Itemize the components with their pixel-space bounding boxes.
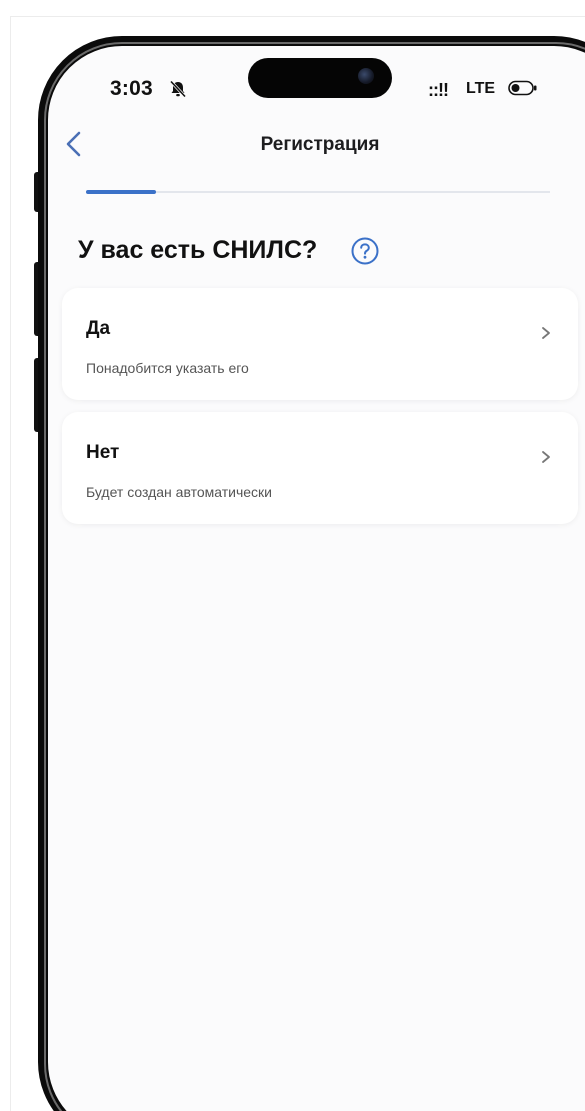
option-yes-card[interactable]: Да Понадобится указать его bbox=[62, 288, 578, 400]
option-no-title: Нет bbox=[86, 442, 120, 463]
back-chevron-icon[interactable] bbox=[60, 128, 88, 160]
option-yes-subtitle: Понадобится указать его bbox=[86, 360, 249, 376]
option-no-subtitle: Будет создан автоматически bbox=[86, 484, 272, 500]
question-heading: У вас есть СНИЛС? bbox=[78, 236, 318, 264]
question-circle-icon[interactable] bbox=[350, 236, 380, 266]
status-time: 3:03 bbox=[110, 77, 153, 100]
screenshot-canvas: 3:03 ::!! LTE Регистрация У вас есть СНИ… bbox=[0, 0, 585, 1111]
phone-frame bbox=[38, 36, 585, 1111]
page-border-left bbox=[10, 16, 11, 1111]
page-title: Регистрация bbox=[260, 134, 380, 155]
progress-fill bbox=[86, 190, 156, 194]
page-border-top bbox=[10, 16, 585, 17]
battery-icon bbox=[508, 80, 537, 96]
progress-bar bbox=[86, 190, 550, 194]
option-yes-title: Да bbox=[86, 318, 111, 339]
signal-icon: ::!! bbox=[428, 80, 449, 100]
network-type: LTE bbox=[466, 80, 496, 97]
bell-slash-icon bbox=[169, 80, 187, 98]
chevron-right-icon bbox=[542, 327, 550, 339]
option-no-card[interactable]: Нет Будет создан автоматически bbox=[62, 412, 578, 524]
camera-icon bbox=[358, 68, 374, 84]
chevron-right-icon bbox=[542, 451, 550, 463]
